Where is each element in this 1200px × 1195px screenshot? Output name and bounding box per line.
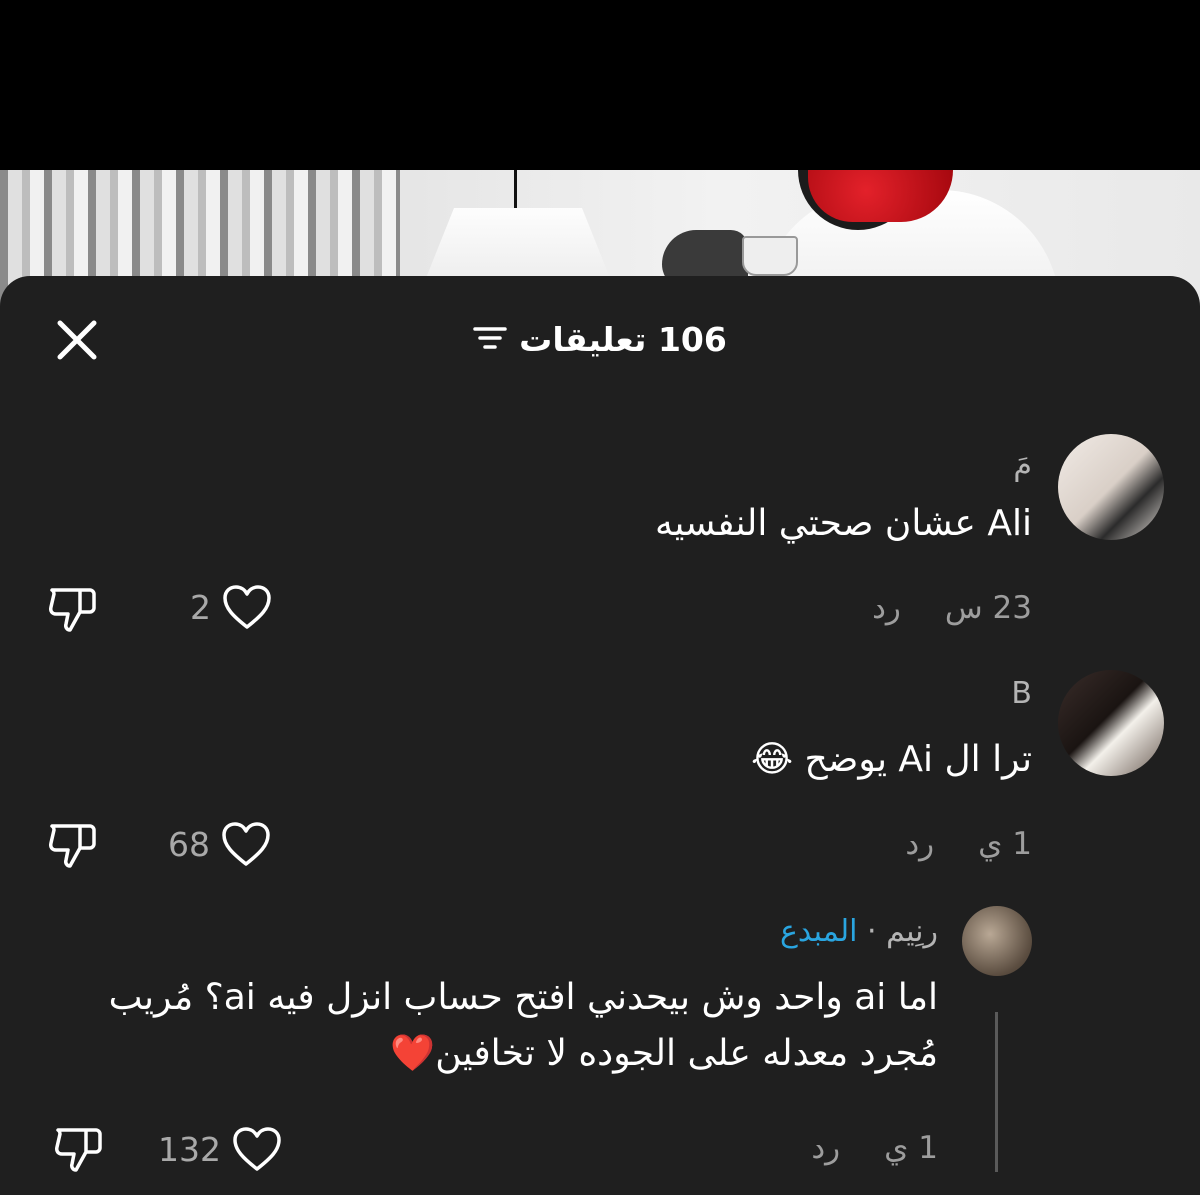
comments-count-title: 106 تعليقات	[519, 319, 727, 359]
dislike-icon[interactable]	[44, 816, 100, 872]
comment-username-row: رنِيم · المبدع	[780, 914, 938, 949]
comment-time: 1 ي	[978, 826, 1032, 862]
comment-text: اما ai واحد وش بيحدني افتح حساب انزل فيه…	[58, 970, 938, 1082]
filter-icon[interactable]	[473, 324, 507, 354]
like-button[interactable]: 132	[158, 1125, 283, 1173]
comment-text: ترا ال Ai يوضح 😂	[751, 739, 1032, 780]
reply-button[interactable]: رد	[872, 590, 901, 626]
separator-dot: ·	[867, 914, 877, 949]
like-button[interactable]: 68	[168, 820, 272, 868]
thread-line	[995, 1012, 998, 1172]
comment-meta: 1 ي رد	[905, 826, 1032, 862]
reply-button[interactable]: رد	[905, 826, 934, 862]
tea-cup	[742, 236, 798, 276]
top-black-bar	[0, 0, 1200, 170]
avatar[interactable]	[962, 906, 1032, 976]
comment-username[interactable]: مَ	[1013, 448, 1032, 483]
comment-meta: 23 س رد	[872, 590, 1032, 626]
dislike-icon[interactable]	[50, 1120, 106, 1176]
lamp-cord	[514, 170, 517, 210]
comment-meta: 1 ي رد	[811, 1130, 938, 1166]
heart-icon	[233, 1127, 281, 1171]
avatar[interactable]	[1058, 670, 1164, 776]
comment-time: 23 س	[944, 590, 1032, 626]
like-button[interactable]: 2	[190, 583, 273, 631]
comment-time: 1 ي	[884, 1130, 938, 1166]
heart-icon	[222, 822, 270, 866]
like-count: 132	[158, 1129, 221, 1169]
comment-username[interactable]: رنِيم	[886, 914, 938, 949]
comment-text: Ali عشان صحتي النفسيه	[655, 503, 1032, 544]
reply-button[interactable]: رد	[811, 1130, 840, 1166]
comment-text-line: مُجرد معدله على الجوده لا تخافين❤️	[390, 1033, 938, 1074]
avatar[interactable]	[1058, 434, 1164, 540]
comment-username[interactable]: B	[1011, 676, 1032, 711]
close-icon	[57, 320, 97, 360]
like-count: 68	[168, 824, 210, 864]
close-button[interactable]	[52, 315, 102, 365]
like-count: 2	[190, 587, 211, 627]
comment-text-line: اما ai واحد وش بيحدني افتح حساب انزل فيه…	[108, 977, 938, 1018]
heart-icon	[223, 585, 271, 629]
creator-badge: المبدع	[779, 914, 858, 949]
dislike-icon[interactable]	[44, 580, 100, 636]
comments-header[interactable]: 106 تعليقات	[460, 312, 740, 366]
